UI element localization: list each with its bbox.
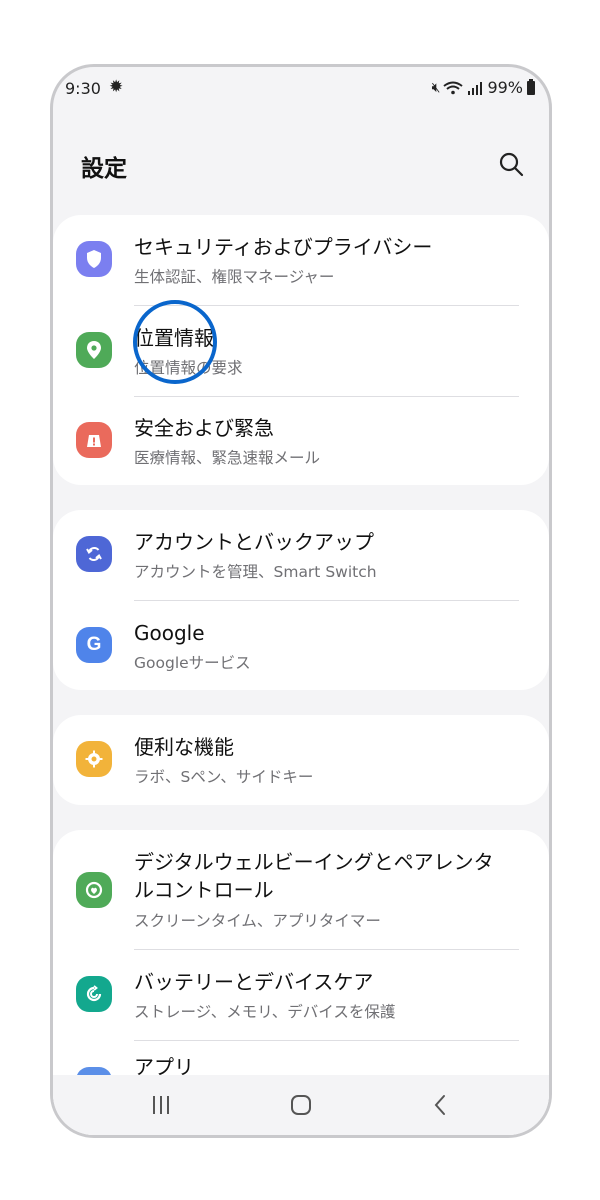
item-subtitle: スクリーンタイム、アプリタイマー	[134, 912, 381, 930]
settings-group-2: アカウントとバックアップ アカウントを管理、Smart Switch G Goo…	[53, 510, 549, 690]
item-title-line1: デジタルウェルビーイングとペアレンタ	[134, 850, 494, 874]
item-title: 便利な機能	[134, 735, 234, 759]
google-icon: G	[76, 627, 112, 663]
item-title: バッテリーとデバイスケア	[134, 970, 374, 994]
search-icon	[499, 152, 524, 177]
item-subtitle: アカウントを管理、Smart Switch	[134, 563, 377, 581]
settings-group-1: セキュリティおよびプライバシー 生体認証、権限マネージャー 位置情報 位置情報の…	[53, 215, 549, 485]
status-time: 9:30	[65, 79, 101, 98]
recents-button[interactable]	[141, 1089, 181, 1121]
item-title: アカウントとバックアップ	[134, 530, 374, 554]
settings-item-battery-device-care[interactable]: バッテリーとデバイスケア ストレージ、メモリ、デバイスを保護	[53, 950, 549, 1040]
device-care-icon	[76, 976, 112, 1012]
settings-item-security[interactable]: セキュリティおよびプライバシー 生体認証、権限マネージャー	[53, 215, 549, 305]
item-title: 安全および緊急	[134, 416, 274, 440]
item-subtitle: Googleサービス	[134, 654, 251, 672]
location-pin-icon	[76, 332, 112, 368]
home-button[interactable]	[281, 1089, 321, 1121]
advanced-features-icon	[76, 741, 112, 777]
settings-item-digital-wellbeing[interactable]: デジタルウェルビーイングとペアレンタ ルコントロール スクリーンタイム、アプリタ…	[53, 830, 549, 948]
emergency-icon	[76, 422, 112, 458]
item-subtitle: 生体認証、権限マネージャー	[134, 268, 335, 286]
shield-icon	[76, 241, 112, 277]
recents-icon	[153, 1096, 169, 1114]
wifi-icon	[443, 81, 464, 94]
phone-frame: 9:30 ✹ 🔇︎ 99% 設定 セキュリティおよびプライバシー 生体認証、権限…	[50, 64, 552, 1138]
settings-item-google[interactable]: G Google Googleサービス	[53, 601, 549, 690]
item-subtitle: 医療情報、緊急速報メール	[134, 449, 321, 467]
item-title-line2: ルコントロール	[134, 878, 274, 902]
status-right: 🔇︎ 99%	[432, 78, 535, 97]
back-icon	[434, 1095, 445, 1115]
search-button[interactable]	[497, 150, 527, 180]
digital-wellbeing-icon	[76, 872, 112, 908]
sync-icon	[76, 536, 112, 572]
mute-icon: 🔇︎	[431, 79, 441, 96]
signal-icon	[468, 81, 483, 95]
settings-item-advanced-features[interactable]: 便利な機能 ラボ、Sペン、サイドキー	[53, 715, 549, 805]
status-bar: 9:30 ✹ 🔇︎ 99%	[53, 67, 549, 111]
settings-item-accounts-backup[interactable]: アカウントとバックアップ アカウントを管理、Smart Switch	[53, 510, 549, 600]
back-button[interactable]	[421, 1089, 461, 1121]
settings-group-3: 便利な機能 ラボ、Sペン、サイドキー	[53, 715, 549, 805]
home-icon	[291, 1095, 311, 1115]
settings-item-safety-emergency[interactable]: 安全および緊急 医療情報、緊急速報メール	[53, 397, 549, 485]
item-title: セキュリティおよびプライバシー	[134, 235, 433, 259]
brightness-icon: ✹	[109, 77, 124, 97]
battery-percent: 99%	[487, 78, 523, 97]
item-subtitle: ラボ、Sペン、サイドキー	[134, 768, 314, 786]
page-title: 設定	[81, 156, 127, 182]
settings-item-location[interactable]: 位置情報 位置情報の要求	[53, 306, 549, 396]
battery-icon	[527, 78, 535, 95]
highlight-circle	[133, 300, 217, 384]
item-subtitle: ストレージ、メモリ、デバイスを保護	[134, 1003, 396, 1021]
item-title: Google	[134, 621, 205, 645]
navigation-bar	[53, 1075, 549, 1135]
